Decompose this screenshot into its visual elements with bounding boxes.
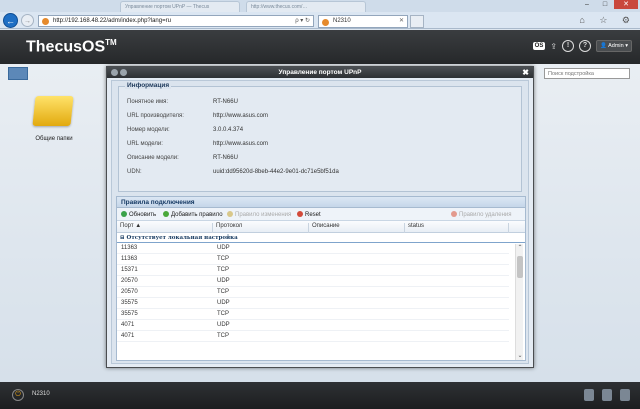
info-row: Описание модели: RT-N66U bbox=[127, 155, 238, 161]
os-update-icon[interactable]: OS bbox=[532, 42, 546, 50]
maximize-icon[interactable]: □ bbox=[596, 0, 614, 9]
close-window-icon[interactable]: ✕ bbox=[614, 0, 638, 9]
dialog-back-icon[interactable] bbox=[111, 69, 118, 76]
browser-tools-icons[interactable]: ⌂ ☆ ⚙ bbox=[579, 15, 636, 26]
storage-icon[interactable] bbox=[584, 389, 594, 401]
refresh-button[interactable]: Обновить bbox=[121, 211, 156, 218]
info-row: Понятное имя: RT-N66U bbox=[127, 99, 238, 105]
minimize-icon[interactable]: – bbox=[578, 0, 596, 9]
tab-n2310[interactable]: N2310 ✕ bbox=[318, 15, 408, 28]
info-row: UDN: uuid:dd95620d-8beb-44e2-9e01-dc71e5b… bbox=[127, 169, 339, 175]
address-actions-icon[interactable]: ρ ▾ ↻ bbox=[295, 17, 310, 24]
help-icon[interactable]: ? bbox=[579, 40, 592, 52]
search-input[interactable]: Поиск подстройка bbox=[544, 68, 630, 79]
refresh-icon bbox=[121, 211, 127, 217]
tab-favicon-icon bbox=[322, 19, 329, 26]
thecus-logo: ThecusOSTM bbox=[26, 38, 117, 56]
back-arrow-icon[interactable]: ← bbox=[3, 13, 18, 28]
reset-icon bbox=[297, 211, 303, 217]
window-switcher-icon[interactable] bbox=[8, 67, 28, 80]
info-section: Информация Понятное имя: RT-N66U URL прои… bbox=[118, 82, 522, 192]
column-header-status[interactable]: status bbox=[405, 223, 509, 233]
taskbar: ⏻ N2310 bbox=[0, 382, 640, 409]
site-favicon-icon bbox=[42, 18, 49, 25]
rules-grid-header: Порт ▲ Протокол Описание status bbox=[117, 221, 525, 233]
table-row[interactable]: 15371 TCP bbox=[117, 265, 509, 276]
delete-rule-button[interactable]: Правило удаления bbox=[451, 211, 512, 218]
table-row[interactable]: 20570 TCP bbox=[117, 287, 509, 298]
tab-title: N2310 bbox=[333, 18, 351, 24]
alert-icon[interactable]: ! bbox=[562, 40, 575, 52]
table-row[interactable]: 4071 UDP bbox=[117, 320, 509, 331]
table-row[interactable]: 11363 TCP bbox=[117, 254, 509, 265]
scroll-down-icon[interactable]: ⌄ bbox=[516, 352, 524, 360]
group-header-row[interactable]: ⊟ Отсутствует локальная настройка bbox=[117, 233, 525, 243]
system-tray bbox=[584, 389, 630, 401]
background-tab[interactable]: http://www.thecus.com/… bbox=[246, 1, 366, 12]
power-icon[interactable]: ⏻ bbox=[12, 389, 24, 401]
dialog-title: Управление портом UPnP bbox=[278, 69, 362, 76]
info-section-title: Информация bbox=[125, 82, 172, 89]
column-header-port[interactable]: Порт ▲ bbox=[117, 223, 213, 233]
window-controls: – □ ✕ bbox=[578, 0, 638, 9]
scroll-up-icon[interactable]: ⌃ bbox=[516, 244, 524, 252]
url-text: http://192.168.48.22/adm/index.php?lang=… bbox=[53, 18, 171, 24]
forward-arrow-icon[interactable]: → bbox=[21, 14, 34, 27]
column-header-description[interactable]: Описание bbox=[309, 223, 405, 233]
upnp-dialog: Управление портом UPnP ✖ Информация Поня… bbox=[106, 66, 534, 368]
rules-panel-title: Правила подключения bbox=[117, 197, 525, 208]
browser-tabstrip: Управление портом UPnP — Thecus http://w… bbox=[0, 0, 640, 12]
table-row[interactable]: 35575 UDP bbox=[117, 298, 509, 309]
settings-icon[interactable] bbox=[620, 389, 630, 401]
info-row: Номер модели: 3.0.0.4.374 bbox=[127, 127, 244, 133]
edit-icon bbox=[227, 211, 233, 217]
modify-rule-button[interactable]: Правило изменения bbox=[227, 211, 291, 218]
delete-icon bbox=[451, 211, 457, 217]
dialog-body: Информация Понятное имя: RT-N66U URL прои… bbox=[111, 80, 529, 364]
upload-icon[interactable]: ⇪ bbox=[550, 42, 557, 51]
column-header-protocol[interactable]: Протокол bbox=[213, 223, 309, 233]
table-row[interactable]: 20570 UDP bbox=[117, 276, 509, 287]
taskbar-device-label[interactable]: N2310 bbox=[32, 391, 50, 397]
add-icon bbox=[163, 211, 169, 217]
network-icon[interactable] bbox=[602, 389, 612, 401]
app-header: ThecusOSTM OS ⇪ ! ? 👤 Admin ▾ bbox=[0, 30, 640, 64]
dialog-forward-icon[interactable] bbox=[120, 69, 127, 76]
admin-menu[interactable]: 👤 Admin ▾ bbox=[596, 40, 632, 52]
rules-scrollbar[interactable]: ⌃ ⌄ bbox=[515, 244, 523, 360]
background-tab[interactable]: Управление портом UPnP — Thecus bbox=[120, 1, 240, 12]
table-row[interactable]: 11363 UDP bbox=[117, 243, 509, 254]
rules-toolbar: Обновить Добавить правило Правило измене… bbox=[117, 208, 525, 221]
table-row[interactable]: 4071 TCP bbox=[117, 331, 509, 342]
tab-close-icon[interactable]: ✕ bbox=[399, 17, 404, 24]
dialog-titlebar: Управление портом UPnP ✖ bbox=[107, 67, 533, 78]
add-rule-button[interactable]: Добавить правило bbox=[163, 211, 223, 218]
info-row: URL модели: http://www.asus.com bbox=[127, 141, 269, 147]
rules-panel: Правила подключения Обновить Добавить пр… bbox=[116, 196, 526, 361]
reset-button[interactable]: Reset bbox=[297, 211, 321, 218]
scroll-thumb[interactable] bbox=[517, 256, 523, 278]
info-row: URL производителя: http://www.asus.com bbox=[127, 113, 269, 119]
rules-rows: 11363 UDP 11363 TCP 15371 TCP 20570 UDP 2057… bbox=[117, 243, 525, 347]
new-tab-button[interactable] bbox=[410, 15, 424, 28]
shared-folders-icon[interactable] bbox=[32, 96, 74, 126]
browser-navbar: ← → http://192.168.48.22/adm/index.php?l… bbox=[0, 12, 640, 29]
dialog-close-icon[interactable]: ✖ bbox=[522, 67, 529, 78]
address-bar[interactable]: http://192.168.48.22/adm/index.php?lang=… bbox=[38, 15, 314, 27]
table-row[interactable]: 35575 TCP bbox=[117, 309, 509, 320]
shared-folders-label[interactable]: Общие папки bbox=[30, 136, 78, 142]
